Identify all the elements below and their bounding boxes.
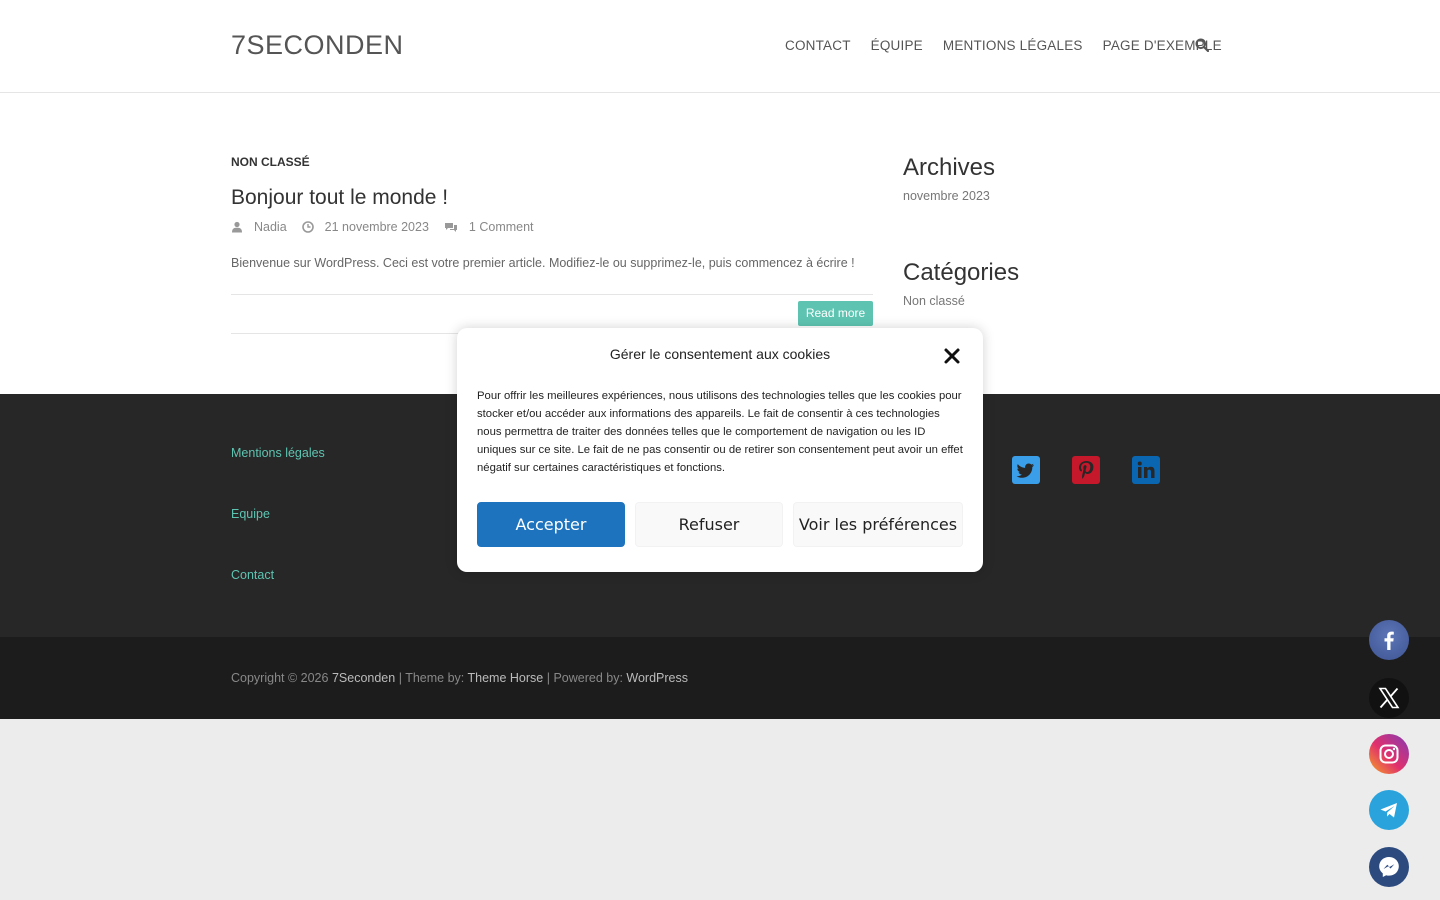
comments-icon bbox=[444, 223, 457, 232]
copyright: Copyright © 2026 7Seconden | Theme by: T… bbox=[231, 671, 688, 685]
telegram-share-button[interactable] bbox=[1369, 790, 1409, 830]
close-icon[interactable] bbox=[943, 347, 961, 365]
cookie-consent-dialog: Gérer le consentement aux cookies Pour o… bbox=[457, 328, 983, 572]
view-preferences-button[interactable]: Voir les préférences bbox=[793, 502, 963, 547]
cookie-dialog-text: Pour offrir les meilleures expériences, … bbox=[477, 390, 963, 474]
instagram-share-button[interactable] bbox=[1369, 734, 1409, 774]
search-icon[interactable] bbox=[1195, 38, 1209, 52]
nav-item-mentions-legales[interactable]: MENTIONS LÉGALES bbox=[943, 38, 1083, 53]
messenger-icon bbox=[1379, 857, 1399, 877]
post-category-link[interactable]: NON CLASSÉ bbox=[231, 155, 310, 169]
x-icon bbox=[1378, 687, 1400, 709]
cookie-dialog-title: Gérer le consentement aux cookies bbox=[609, 346, 831, 362]
deny-cookies-button[interactable]: Refuser bbox=[635, 502, 783, 547]
archives-widget-title: Archives bbox=[903, 154, 996, 181]
site-header: 7SECONDEN CONTACT ÉQUIPE MENTIONS LÉGALE… bbox=[0, 0, 1440, 93]
clock-icon bbox=[301, 221, 314, 233]
footer-link-equipe[interactable]: Equipe bbox=[231, 507, 270, 521]
linkedin-icon[interactable] bbox=[1132, 456, 1160, 484]
main-nav: CONTACT ÉQUIPE MENTIONS LÉGALES PAGE D'E… bbox=[785, 38, 1222, 53]
footer-bottom: Copyright © 2026 7Seconden | Theme by: T… bbox=[0, 637, 1440, 719]
post-meta: Nadia 21 novembre 2023 1 Comment bbox=[231, 220, 549, 234]
pinterest-icon[interactable] bbox=[1072, 456, 1100, 484]
facebook-icon bbox=[1384, 631, 1394, 650]
instagram-icon bbox=[1379, 744, 1399, 764]
archive-link[interactable]: novembre 2023 bbox=[903, 189, 990, 203]
post-date[interactable]: 21 novembre 2023 bbox=[325, 220, 429, 234]
copyright-site-link[interactable]: 7Seconden bbox=[332, 671, 395, 685]
facebook-share-button[interactable] bbox=[1369, 620, 1409, 660]
messenger-share-button[interactable] bbox=[1369, 847, 1409, 887]
user-icon bbox=[232, 221, 242, 233]
twitter-icon[interactable] bbox=[1012, 456, 1040, 484]
post-author[interactable]: Nadia bbox=[254, 220, 287, 234]
wordpress-link[interactable]: WordPress bbox=[626, 671, 688, 685]
nav-item-contact[interactable]: CONTACT bbox=[785, 38, 851, 53]
post-excerpt: Bienvenue sur WordPress. Ceci est votre … bbox=[231, 256, 855, 270]
categories-widget-title: Catégories bbox=[903, 259, 1020, 286]
footer-link-contact[interactable]: Contact bbox=[231, 568, 274, 582]
site-title[interactable]: 7SECONDEN bbox=[231, 30, 404, 61]
footer-link-mentions-legales[interactable]: Mentions légales bbox=[231, 446, 325, 460]
post-title[interactable]: Bonjour tout le monde ! bbox=[231, 186, 448, 210]
powered-by-text: | Powered by: bbox=[546, 671, 623, 685]
x-share-button[interactable] bbox=[1369, 678, 1409, 718]
telegram-icon bbox=[1380, 803, 1397, 818]
copyright-text: Copyright © 2026 bbox=[231, 671, 329, 685]
nav-item-equipe[interactable]: ÉQUIPE bbox=[871, 38, 923, 53]
read-more-button[interactable]: Read more bbox=[798, 301, 873, 326]
post-comments-link[interactable]: 1 Comment bbox=[469, 220, 534, 234]
category-link[interactable]: Non classé bbox=[903, 294, 965, 308]
accept-cookies-button[interactable]: Accepter bbox=[477, 502, 625, 547]
theme-horse-link[interactable]: Theme Horse bbox=[468, 671, 544, 685]
divider bbox=[231, 294, 873, 295]
theme-by-text: | Theme by: bbox=[398, 671, 465, 685]
